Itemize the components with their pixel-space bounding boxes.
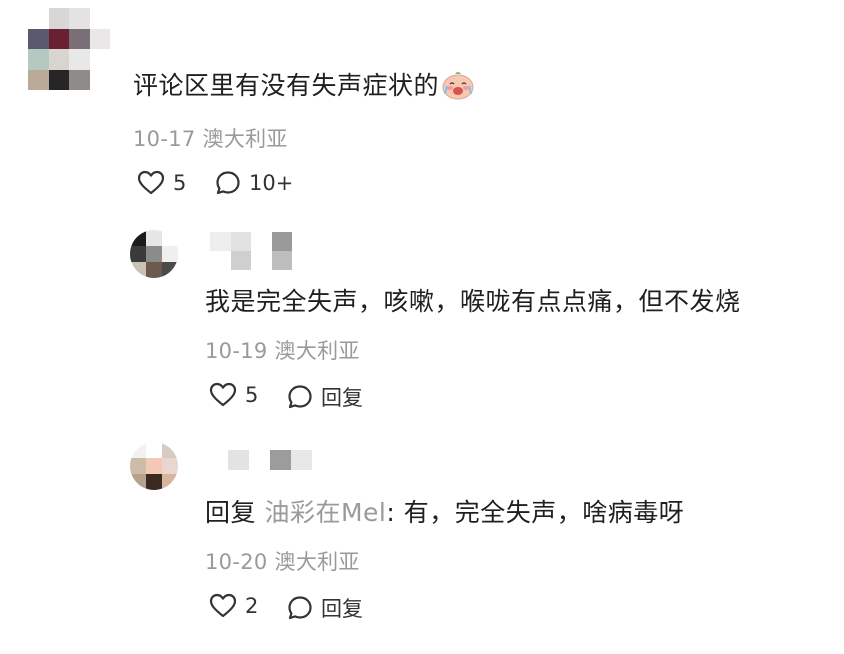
view-replies-button[interactable]: 10+ [215, 170, 293, 196]
avatar[interactable] [28, 8, 110, 90]
comment-meta: 10-17 澳大利亚 [133, 127, 288, 151]
comment-bubble-icon [288, 385, 312, 409]
heart-icon [137, 170, 165, 195]
reply-meta: 10-20 澳大利亚 [205, 550, 360, 574]
heart-icon [209, 593, 237, 618]
like-button[interactable]: 5 [209, 382, 258, 408]
comment-text: 评论区里有没有失声症状的 [133, 66, 475, 106]
heart-icon [209, 382, 237, 407]
reply-count: 10+ [249, 171, 294, 195]
reply-button[interactable]: 回复 [287, 593, 363, 623]
like-count: 5 [245, 383, 259, 407]
avatar[interactable] [130, 230, 178, 278]
reply-button[interactable]: 回复 [287, 382, 363, 412]
username-blurred[interactable] [210, 232, 292, 270]
like-count: 2 [245, 594, 259, 618]
reply-label: 回复 [321, 597, 363, 621]
reply-to-user[interactable]: 油彩在Mel [264, 498, 386, 527]
reply-text: 回复 油彩在Mel: 有，完全失声，啥病毒呀 [205, 498, 685, 527]
avatar[interactable] [130, 442, 178, 490]
like-count: 5 [173, 171, 187, 195]
reply-meta: 10-19 澳大利亚 [205, 339, 360, 363]
crying-face-emoji [441, 70, 475, 106]
username-blurred[interactable] [228, 450, 312, 470]
comment-bubble-icon [288, 596, 312, 620]
reply-prefix: 回复 [205, 498, 257, 527]
like-button[interactable]: 2 [209, 593, 258, 619]
reply-text: 我是完全失声，咳嗽，喉咙有点点痛，但不发烧 [205, 287, 741, 316]
like-button[interactable]: 5 [137, 170, 186, 196]
reply-label: 回复 [321, 386, 363, 410]
comment-bubble-icon [216, 171, 240, 195]
